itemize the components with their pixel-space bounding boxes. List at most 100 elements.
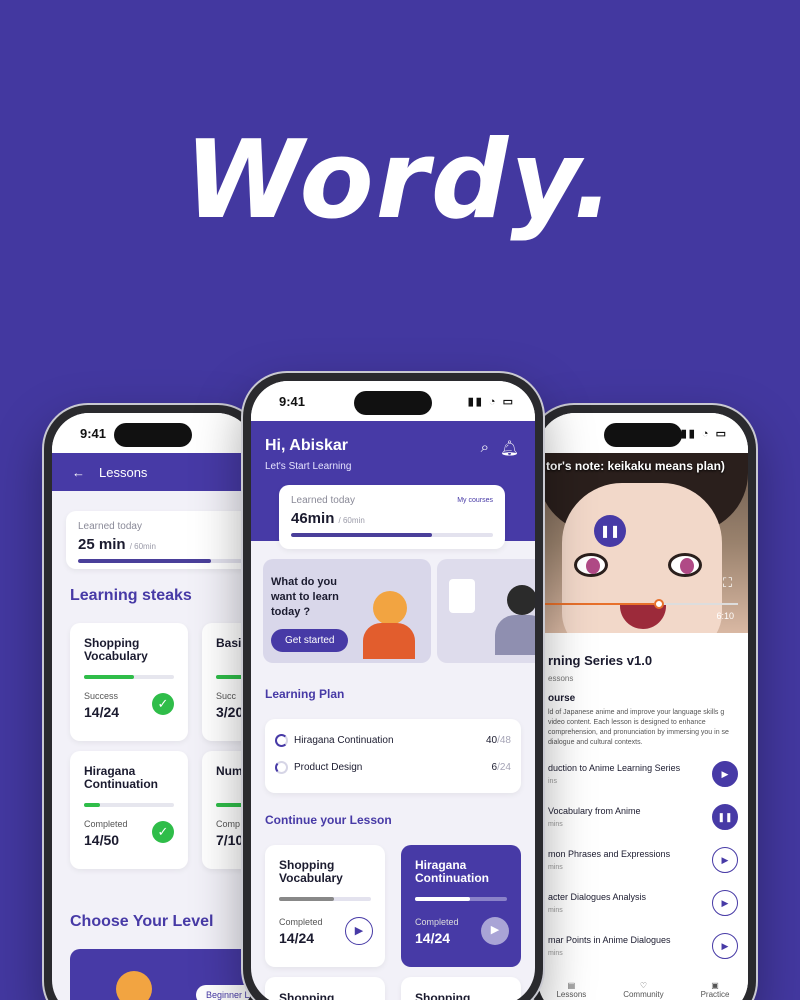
check-icon: ✓ (152, 821, 174, 843)
level-banner[interactable]: Beginner Le (70, 949, 254, 1000)
plan-item[interactable]: Hiragana Continuation 40/48 (275, 727, 511, 754)
home-screen: 9:41 ▮▮ ◔ ▭ Hi, Abiskar Let's Start Lear… (251, 381, 535, 1000)
play-icon[interactable]: ▶ (345, 917, 373, 945)
streak-progress (84, 675, 174, 679)
course-detail-screen: ▮▮ ◔ ▭ tor's note: keikaku means plan) ❚… (538, 413, 748, 1000)
streak-card[interactable]: Shopping Vocabulary Success 14/24 ✓ (70, 623, 188, 741)
illustration-icon (116, 971, 152, 1000)
episode-meta: ins (548, 777, 557, 785)
episode-meta: mins (548, 949, 563, 957)
my-courses-link[interactable]: My courses (457, 497, 493, 504)
learned-today-card: Learned today 25 min / 60min (66, 511, 254, 569)
lessons-header: ← Lessons (52, 453, 254, 491)
lessons-header-title: Lessons (99, 464, 148, 480)
lesson-title: Shopping (415, 991, 471, 1000)
illustration-icon (507, 585, 535, 615)
status-icons: ▮▮ ◔ ▭ (680, 427, 728, 440)
episode-item[interactable]: mon Phrases and Expressions mins ▶ (548, 838, 738, 881)
play-icon[interactable]: ▶ (481, 917, 509, 945)
episode-title: acter Dialogues Analysis (548, 891, 647, 902)
get-started-button[interactable]: Get started (271, 629, 349, 652)
continue-lesson-title: Continue your Lesson (265, 813, 392, 827)
promo-text: What do you want to learn today ? (271, 576, 339, 618)
episode-item[interactable]: acter Dialogues Analysis mins ▶ (548, 881, 738, 924)
lesson-progress (279, 897, 371, 901)
lesson-card[interactable]: Shopping (401, 977, 521, 1000)
lesson-title: Shopping Vocabulary (279, 858, 343, 885)
lessons-icon: ▤ (567, 981, 576, 990)
pause-icon[interactable]: ❚❚ (594, 515, 626, 547)
heart-icon: ♡ (639, 981, 648, 990)
choose-level-title: Choose Your Level (70, 913, 214, 930)
play-icon[interactable]: ▶ (712, 889, 738, 916)
status-time: 9:41 (80, 425, 107, 441)
learned-today-progress (78, 559, 244, 563)
video-progress[interactable] (538, 599, 738, 609)
lesson-card-active[interactable]: Hiragana Continuation Completed 14/24 ▶ (401, 845, 521, 967)
streak-card[interactable]: Hiragana Continuation Completed 14/50 ✓ (70, 751, 188, 869)
plan-item[interactable]: Product Design 6/24 (275, 754, 511, 781)
episode-item[interactable]: duction to Anime Learning Series ins ▶ (548, 752, 738, 795)
phone-course-detail: ▮▮ ◔ ▭ tor's note: keikaku means plan) ❚… (530, 405, 756, 1000)
check-icon: ✓ (152, 693, 174, 715)
streak-title: Shopping Vocabulary (84, 636, 148, 663)
lesson-title: Shopping (279, 991, 335, 1000)
learned-today-progress (291, 533, 493, 537)
promo-card[interactable]: What do you want to learn today ? Get st… (263, 559, 431, 663)
play-icon[interactable]: ▶ (712, 846, 738, 873)
episode-meta: mins (548, 906, 563, 914)
course-description: ld of Japanese anime and improve your la… (548, 709, 729, 746)
learned-today-value: 46min / 60min (291, 510, 365, 527)
learning-streaks-title: Learning steaks (70, 587, 192, 604)
wordy-logo: Wordy. (184, 118, 616, 243)
course-info: rning Series v1.0 essons ourse ld of Jap… (538, 635, 748, 1000)
video-player[interactable]: tor's note: keikaku means plan) ❚❚ ⛶ 6:1… (538, 453, 748, 633)
phone-home: 9:41 ▮▮ ◔ ▭ Hi, Abiskar Let's Start Lear… (243, 373, 543, 1000)
episode-meta: mins (548, 820, 563, 828)
video-character (562, 483, 722, 633)
streak-progress (84, 803, 174, 807)
bottom-tab-bar: ▤ Lessons ♡ Community ▣ Practice (538, 981, 748, 1000)
course-subtitle: essons (548, 674, 574, 683)
lessons-screen: 9:41 ← Lessons Learned today 25 min / 60… (52, 413, 254, 1000)
progress-ring-icon (275, 734, 288, 747)
search-icon[interactable]: ⌕ (481, 439, 489, 456)
tab-practice[interactable]: ▣ Practice (701, 981, 730, 1000)
lesson-card[interactable]: Shopping (265, 977, 385, 1000)
certificate-icon (449, 579, 475, 613)
back-arrow-icon[interactable]: ← (72, 465, 85, 480)
fullscreen-icon[interactable]: ⛶ (723, 575, 732, 591)
promo-card-secondary[interactable] (437, 559, 535, 663)
episode-title: mon Phrases and Expressions (548, 848, 671, 859)
learned-today-card: Learned today My courses 46min / 60min (279, 485, 505, 549)
episode-item[interactable]: Vocabulary from Anime mins ❚❚ (548, 795, 738, 838)
lesson-progress (415, 897, 507, 901)
tab-community[interactable]: ♡ Community (623, 981, 663, 1000)
course-title: rning Series v1.0 (548, 653, 653, 668)
episode-item[interactable]: mar Points in Anime Dialogues mins ▶ (548, 924, 738, 967)
plan-item-count: 6/24 (491, 762, 511, 773)
beginner-level-chip[interactable]: Beginner Le (196, 985, 254, 1000)
lesson-card[interactable]: Shopping Vocabulary Completed 14/24 ▶ (265, 845, 385, 967)
progress-ring-icon (275, 761, 288, 774)
dynamic-island (354, 391, 432, 415)
play-icon[interactable]: ▶ (712, 932, 738, 959)
dynamic-island (604, 423, 682, 447)
video-caption: tor's note: keikaku means plan) (546, 459, 725, 473)
learned-today-value: 25 min / 60min (78, 536, 156, 553)
plan-item-count: 40/48 (485, 735, 511, 746)
streak-title: Hiragana Continuation (84, 764, 158, 791)
greeting-subtitle: Let's Start Learning (265, 461, 352, 472)
episode-title: duction to Anime Learning Series (548, 762, 681, 773)
tab-lessons[interactable]: ▤ Lessons (556, 981, 586, 1000)
play-icon[interactable]: ▶ (712, 760, 738, 787)
bell-icon[interactable]: 🔔︎ (500, 439, 519, 457)
illustration-figure (495, 615, 535, 655)
learning-plan-title: Learning Plan (265, 687, 345, 701)
pause-icon[interactable]: ❚❚ (712, 803, 738, 830)
status-icons: ▮▮ ◔ ▭ (467, 395, 515, 408)
episode-title: mar Points in Anime Dialogues (548, 934, 671, 945)
illustration-figure (363, 623, 415, 659)
dynamic-island (114, 423, 192, 447)
eye (574, 553, 608, 577)
